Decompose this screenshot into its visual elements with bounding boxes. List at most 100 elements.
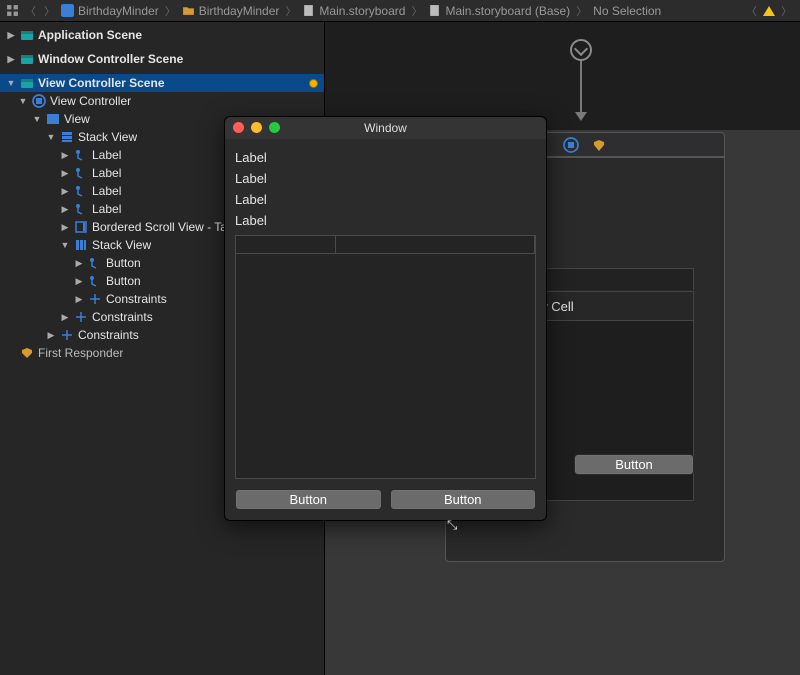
view-controller-icon [32,94,46,108]
disclosure-icon[interactable]: ▼ [32,114,42,124]
breadcrumb-label: BirthdayMinder [199,4,280,18]
preview-label: Label [235,189,536,210]
hstack-view-icon [74,238,88,252]
outline-view-controller[interactable]: ▼ View Controller [0,92,324,110]
close-icon[interactable] [233,122,244,133]
nav-forward-small-icon[interactable]: 〉 [779,3,794,19]
row-label: Constraints [92,310,153,324]
row-label: Constraints [78,328,139,342]
nav-back-icon[interactable]: 〈 [23,3,38,19]
row-label: Stack View [78,130,137,144]
segue-icon[interactable] [570,39,592,61]
breadcrumb-item[interactable]: Main.storyboard (Base) [428,4,570,18]
preview-window[interactable]: Window Label Label Label Label Button Bu… [224,116,547,521]
row-label: Stack View [92,238,151,252]
row-label: Window Controller Scene [38,52,183,66]
row-label: Button [106,256,141,270]
row-label: View Controller [50,94,131,108]
window-title: Window [364,121,407,135]
disclosure-icon[interactable]: ▶ [74,258,84,269]
row-label: First Responder [38,346,123,360]
view-controller-icon[interactable] [563,137,579,153]
chevron-right-icon: 〉 [163,3,178,19]
nav-forward-icon[interactable]: 〉 [42,3,57,19]
breadcrumb-item[interactable]: Main.storyboard [302,4,405,18]
row-label: Application Scene [38,28,142,42]
interface-builder-canvas[interactable]: Table View Cell Button Window Label Labe… [325,22,800,675]
chevron-right-icon: 〉 [283,3,298,19]
disclosure-icon[interactable]: ▶ [60,204,70,215]
row-label: Label [92,184,121,198]
breadcrumb-item[interactable]: BirthdayMinder [61,4,159,18]
preview-table-header[interactable] [236,236,535,254]
breadcrumb-label: BirthdayMinder [78,4,159,18]
row-label: View Controller Scene [38,76,165,90]
disclosure-icon[interactable]: ▶ [6,54,16,65]
button-label: Button [289,492,327,507]
first-responder-icon[interactable] [591,137,607,153]
folder-icon [182,4,195,17]
disclosure-icon[interactable]: ▶ [60,222,70,233]
label-icon [74,166,88,180]
breadcrumb-bar: 〈 〉 BirthdayMinder 〉 BirthdayMinder 〉 Ma… [0,0,800,22]
label-icon [74,184,88,198]
row-label: Label [92,202,121,216]
storyboard-file-icon [428,4,441,17]
scroll-view-icon [74,220,88,234]
row-label: View [64,112,90,126]
disclosure-icon[interactable]: ▼ [46,132,56,142]
label-icon [74,148,88,162]
app-icon [61,4,74,17]
row-label: Label [92,166,121,180]
minimize-icon[interactable] [251,122,262,133]
scene-icon [20,52,34,66]
preview-title-bar[interactable]: Window [225,117,546,139]
button-label: Button [444,492,482,507]
nav-back-small-icon[interactable]: 〈 [744,3,759,19]
disclosure-icon[interactable]: ▶ [74,276,84,287]
scene-application[interactable]: ▶ Application Scene [0,26,324,44]
row-label: Constraints [106,292,167,306]
resize-cursor-icon: ⤡ [447,517,457,533]
zoom-icon[interactable] [269,122,280,133]
label-icon [74,202,88,216]
preview-button[interactable]: Button [390,489,537,510]
preview-label: Label [235,147,536,168]
storyboard-file-icon [302,4,315,17]
preview-table-view[interactable] [235,235,536,479]
button-icon [88,256,102,270]
row-label: Button [106,274,141,288]
disclosure-icon[interactable]: ▶ [6,30,16,41]
related-items-icon[interactable] [6,4,19,17]
chevron-right-icon: 〉 [409,3,424,19]
warning-badge-icon[interactable] [309,79,318,88]
disclosure-icon[interactable]: ▶ [60,168,70,179]
disclosure-icon[interactable]: ▶ [46,330,56,341]
canvas-button[interactable]: Button [574,454,694,475]
scene-icon [20,76,34,90]
disclosure-icon[interactable]: ▶ [60,150,70,161]
scene-icon [20,28,34,42]
disclosure-icon[interactable]: ▶ [60,186,70,197]
button-icon [88,274,102,288]
disclosure-icon[interactable]: ▶ [74,294,84,305]
preview-label: Label [235,210,536,231]
warning-icon[interactable] [763,6,775,16]
button-label: Button [615,457,653,472]
breadcrumb-item[interactable]: No Selection [593,4,661,18]
breadcrumb-item[interactable]: BirthdayMinder [182,4,280,18]
breadcrumb-label: Main.storyboard (Base) [445,4,570,18]
constraints-icon [60,328,74,342]
disclosure-icon[interactable]: ▶ [60,312,70,323]
breadcrumb-label: No Selection [593,4,661,18]
disclosure-icon[interactable]: ▼ [60,240,70,250]
scene-window-controller[interactable]: ▶ Window Controller Scene [0,50,324,68]
constraints-icon [88,292,102,306]
view-icon [46,112,60,126]
disclosure-icon[interactable]: ▼ [18,96,28,106]
disclosure-icon[interactable]: ▼ [6,78,16,88]
row-label: Label [92,148,121,162]
preview-button[interactable]: Button [235,489,382,510]
scene-view-controller[interactable]: ▼ View Controller Scene [0,74,324,92]
chevron-right-icon: 〉 [574,3,589,19]
